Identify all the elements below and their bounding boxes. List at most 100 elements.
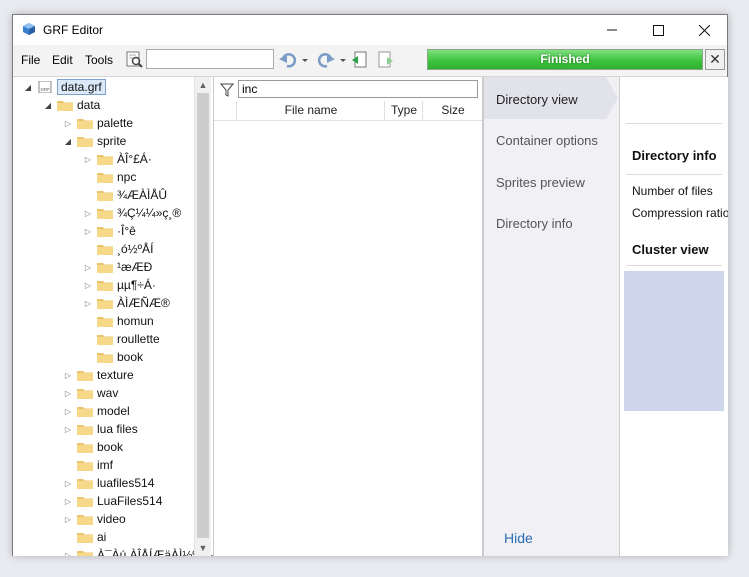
- column-file-name[interactable]: File name: [236, 101, 385, 120]
- hide-link[interactable]: Hide: [504, 530, 533, 546]
- expand-arrow-icon[interactable]: ▷: [63, 515, 73, 524]
- tree-item[interactable]: ▷ ¹æÆÐ: [83, 258, 152, 276]
- expand-arrow-icon[interactable]: ▷: [83, 263, 93, 272]
- folder-icon: [77, 407, 93, 417]
- tree-item-label: wav: [97, 386, 119, 400]
- folder-icon: [77, 119, 93, 129]
- tree-item[interactable]: ◢ data: [43, 96, 100, 114]
- expand-arrow-icon[interactable]: ▷: [63, 425, 73, 434]
- expand-arrow-icon[interactable]: ▷: [63, 551, 73, 557]
- expand-arrow-icon[interactable]: ▷: [63, 479, 73, 488]
- tree-item[interactable]: imf: [63, 456, 113, 474]
- side-tabs: Directory view Container options Sprites…: [483, 77, 620, 556]
- folder-icon: [97, 173, 113, 183]
- tree-scrollbar[interactable]: ▲ ▼: [194, 77, 211, 556]
- tree-item[interactable]: ▷ ÀÌÆÑÆ®: [83, 294, 170, 312]
- folder-open-icon: [77, 137, 93, 147]
- tree-item-label: ¸ó½ºÅÍ: [117, 242, 154, 256]
- tree-item-label: npc: [117, 170, 137, 184]
- collapse-arrow-icon[interactable]: ◢: [63, 137, 73, 146]
- tree-item[interactable]: ▷ À¯Àú ÀÎÅÍÆäÀÌ½º: [63, 546, 197, 556]
- tab-directory-info[interactable]: Directory info: [496, 216, 573, 231]
- grf-file-icon: GRF: [38, 81, 52, 93]
- close-button[interactable]: [681, 15, 727, 45]
- filter-input[interactable]: [238, 80, 478, 98]
- tree-item[interactable]: ¾ÆÀÌÅÛ: [83, 186, 167, 204]
- tree-item-label: data: [77, 98, 101, 112]
- tree-item[interactable]: ▷ wav: [63, 384, 118, 402]
- tree-item-label: À¯Àú ÀÎÅÍÆäÀÌ½º: [97, 548, 197, 556]
- column-size[interactable]: Size: [422, 101, 483, 120]
- expand-arrow-icon[interactable]: ▷: [63, 371, 73, 380]
- toolbar: File Edit Tools Finished ✕: [13, 45, 727, 77]
- title-bar: GRF Editor: [13, 15, 727, 45]
- tab-directory-view[interactable]: Directory view: [496, 92, 578, 107]
- expand-arrow-icon[interactable]: ▷: [83, 227, 93, 236]
- scroll-down-arrow-icon[interactable]: ▼: [195, 540, 211, 556]
- tree-item[interactable]: ▷ LuaFiles514: [63, 492, 162, 510]
- tree-item[interactable]: ◢ sprite: [63, 132, 126, 150]
- expand-arrow-icon[interactable]: ▷: [63, 497, 73, 506]
- menu-edit[interactable]: Edit: [52, 53, 73, 67]
- chevron-down-icon[interactable]: [301, 51, 309, 69]
- tree-item[interactable]: book: [83, 348, 143, 366]
- tree-item[interactable]: npc: [83, 168, 136, 186]
- cluster-view-heading: Cluster view: [632, 242, 709, 257]
- column-select[interactable]: [214, 101, 236, 120]
- collapse-arrow-icon[interactable]: ◢: [43, 101, 53, 110]
- tree-item[interactable]: ▷ palette: [63, 114, 133, 132]
- progress-close-button[interactable]: ✕: [705, 49, 725, 70]
- menu-file[interactable]: File: [21, 53, 40, 67]
- close-icon: ✕: [709, 51, 721, 67]
- search-input[interactable]: [146, 49, 274, 69]
- chevron-down-icon[interactable]: [339, 51, 347, 69]
- tree-item-label: luafiles514: [97, 476, 155, 490]
- search-icon[interactable]: [126, 51, 144, 69]
- tab-container-options[interactable]: Container options: [496, 133, 598, 148]
- folder-icon: [97, 281, 113, 291]
- export-icon[interactable]: [377, 51, 395, 69]
- expand-arrow-icon[interactable]: ▷: [63, 119, 73, 128]
- tree-item[interactable]: ▷ model: [63, 402, 130, 420]
- tree-item[interactable]: ▷ texture: [63, 366, 134, 384]
- menu-tools[interactable]: Tools: [85, 53, 113, 67]
- scroll-thumb[interactable]: [197, 93, 209, 538]
- tree-item[interactable]: ▷ video: [63, 510, 126, 528]
- column-type[interactable]: Type: [384, 101, 423, 120]
- expand-arrow-icon[interactable]: ▷: [63, 389, 73, 398]
- tree-item[interactable]: ▷ ·Î°ê: [83, 222, 136, 240]
- tree-item[interactable]: ▷ ÀÎ°£Á·: [83, 150, 152, 168]
- tree-item[interactable]: homun: [83, 312, 154, 330]
- cube-icon: [23, 23, 35, 35]
- progress-bar: Finished: [427, 49, 703, 70]
- expand-arrow-icon[interactable]: ▷: [83, 299, 93, 308]
- tree-item[interactable]: ▷ µµ¶÷Á·: [83, 276, 156, 294]
- extract-icon[interactable]: [351, 51, 369, 69]
- tree-item-label: homun: [117, 314, 154, 328]
- minimize-button[interactable]: [589, 15, 635, 45]
- redo-icon[interactable]: [317, 51, 335, 69]
- tree-item[interactable]: book: [63, 438, 123, 456]
- folder-icon: [77, 551, 93, 556]
- undo-icon[interactable]: [279, 51, 297, 69]
- tree-item[interactable]: ▷ lua files: [63, 420, 138, 438]
- tree-item[interactable]: ◢ GRF data.grf: [23, 78, 106, 96]
- expand-arrow-icon[interactable]: ▷: [83, 209, 93, 218]
- scroll-up-arrow-icon[interactable]: ▲: [195, 77, 211, 93]
- maximize-button[interactable]: [635, 15, 681, 45]
- tree-item-label: ¾Ç¼¼»ç¸®: [117, 206, 182, 220]
- tree-item-label: ¾ÆÀÌÅÛ: [117, 188, 168, 202]
- tree-item[interactable]: roullette: [83, 330, 160, 348]
- expand-arrow-icon[interactable]: ▷: [83, 155, 93, 164]
- tree-item[interactable]: ▷ luafiles514: [63, 474, 154, 492]
- tree-item[interactable]: ▷ ¾Ç¼¼»ç¸®: [83, 204, 181, 222]
- collapse-arrow-icon[interactable]: ◢: [23, 83, 33, 92]
- file-list-header: File name Type Size: [214, 101, 482, 121]
- tab-sprites-preview[interactable]: Sprites preview: [496, 175, 585, 190]
- tree-item-label: palette: [97, 116, 134, 130]
- expand-arrow-icon[interactable]: ▷: [63, 407, 73, 416]
- tree-item[interactable]: ai: [63, 528, 106, 546]
- expand-arrow-icon[interactable]: ▷: [83, 281, 93, 290]
- tree-item[interactable]: ¸ó½ºÅÍ: [83, 240, 153, 258]
- number-of-files-label: Number of files: [632, 184, 713, 198]
